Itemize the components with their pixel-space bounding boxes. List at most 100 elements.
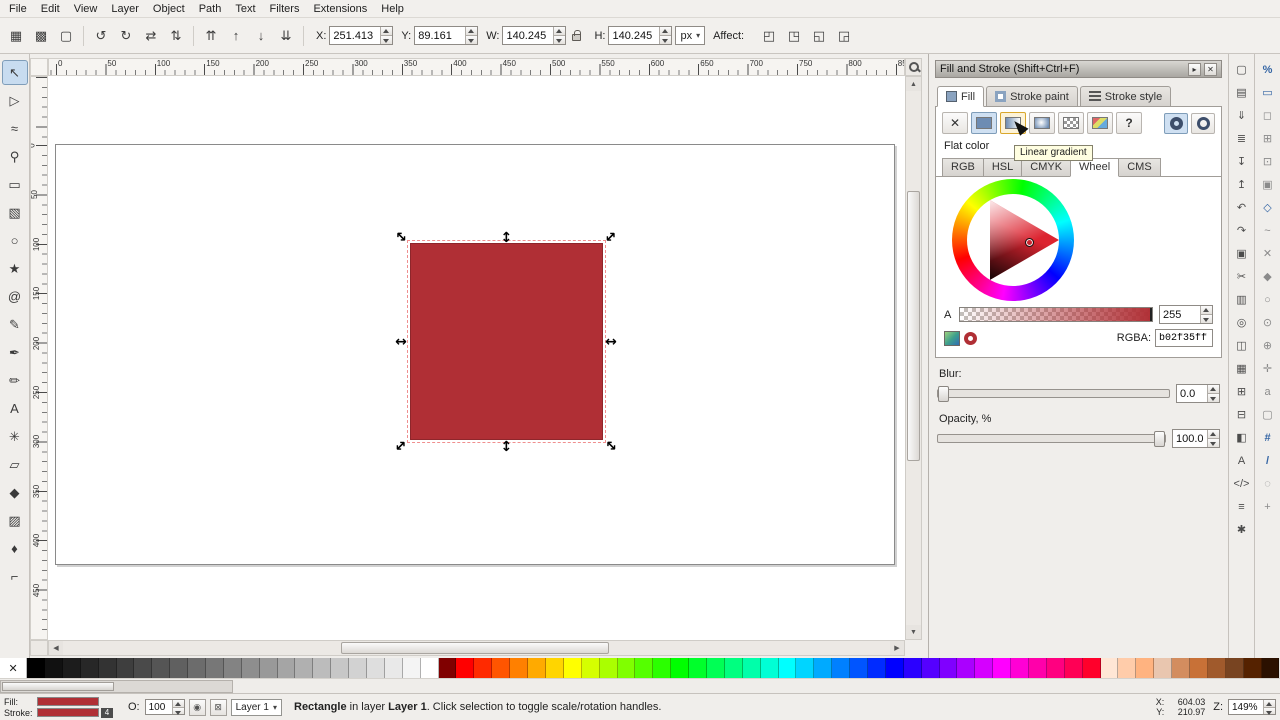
palette-none-swatch[interactable]: ✕ — [0, 658, 28, 678]
palette-swatch[interactable] — [1243, 658, 1262, 678]
palette-swatch[interactable] — [384, 658, 403, 678]
palette-swatch[interactable] — [1064, 658, 1083, 678]
palette-swatch[interactable] — [814, 658, 833, 678]
palette-swatch[interactable] — [98, 658, 117, 678]
raise-to-top-button[interactable]: ⇈ — [199, 24, 223, 48]
tab-fill[interactable]: Fill — [937, 86, 985, 107]
palette-swatch[interactable] — [456, 658, 475, 678]
spin-up-icon[interactable] — [1208, 385, 1219, 393]
snap-object-centers-button[interactable]: ⊕ — [1257, 335, 1279, 356]
palette-swatch[interactable] — [760, 658, 779, 678]
palette-swatch[interactable] — [45, 658, 63, 678]
spin-up-icon[interactable] — [660, 27, 672, 35]
snap-line-midpoints-button[interactable]: ⊙ — [1257, 312, 1279, 333]
zoom-tool[interactable]: ⚲ — [2, 144, 28, 169]
dialog-titlebar[interactable]: Fill and Stroke (Shift+Ctrl+F) ▸ ✕ — [935, 60, 1222, 78]
snap-page-border-button[interactable]: ▢ — [1257, 404, 1279, 425]
new-document-button[interactable]: ▢ — [1231, 59, 1253, 80]
alpha-input[interactable] — [1160, 306, 1200, 323]
y-input[interactable] — [415, 27, 466, 44]
palette-swatch[interactable] — [939, 658, 958, 678]
snap-bbox-centers-button[interactable]: ▣ — [1257, 174, 1279, 195]
save-document-button[interactable]: ⇓ — [1231, 105, 1253, 126]
palette-swatch[interactable] — [80, 658, 99, 678]
paste-button[interactable]: ▥ — [1231, 289, 1253, 310]
fill-pattern-button[interactable] — [1058, 112, 1084, 134]
alpha-slider-handle[interactable] — [1150, 308, 1152, 321]
scroll-up-icon[interactable]: ▲ — [906, 77, 921, 91]
y-spinner[interactable] — [465, 27, 478, 44]
scroll-left-icon[interactable]: ◀ — [49, 641, 63, 655]
text-tool[interactable]: A — [2, 396, 28, 421]
palette-swatch[interactable] — [1082, 658, 1101, 678]
fill-flat-button[interactable] — [971, 112, 997, 134]
copy-button[interactable]: ▣ — [1231, 243, 1253, 264]
snap-bbox-button[interactable]: ▭ — [1257, 82, 1279, 103]
tab-stroke-paint[interactable]: Stroke paint — [986, 86, 1078, 107]
opacity-slider[interactable] — [937, 431, 1166, 447]
palette-swatch[interactable] — [349, 658, 368, 678]
palette-swatch[interactable] — [1225, 658, 1244, 678]
h-input[interactable] — [609, 27, 660, 44]
palette-swatch[interactable] — [510, 658, 529, 678]
zoom-page-button[interactable]: ◫ — [1231, 335, 1253, 356]
lower-button[interactable]: ↓ — [249, 24, 273, 48]
canvas-viewport[interactable]: ↔ ↔ ↔ ↔ ↔ ↔ ↔ ↔ — [48, 76, 905, 640]
palette-swatch[interactable] — [295, 658, 314, 678]
affect-rounded-corners-button[interactable]: ◳ — [782, 24, 806, 48]
tab-stroke-style[interactable]: Stroke style — [1079, 86, 1172, 107]
palette-swatch[interactable] — [62, 658, 81, 678]
lower-to-bottom-button[interactable]: ⇊ — [274, 24, 298, 48]
palette-swatch[interactable] — [420, 658, 439, 678]
snap-edge-midpoints-button[interactable]: ⊡ — [1257, 151, 1279, 172]
color-tab-rgb[interactable]: RGB — [942, 158, 984, 177]
duplicate-button[interactable]: ▦ — [1231, 358, 1253, 379]
palette-swatch[interactable] — [1154, 658, 1173, 678]
spin-down-icon[interactable] — [1208, 393, 1219, 402]
spin-down-icon[interactable] — [660, 35, 672, 44]
palette-swatch[interactable] — [170, 658, 189, 678]
vertical-scrollbar[interactable]: ▲ ▼ — [905, 76, 922, 640]
select-all-button[interactable]: ▦ — [4, 24, 28, 48]
palette-swatch[interactable] — [492, 658, 511, 678]
palette-swatch[interactable] — [259, 658, 278, 678]
menu-item-path[interactable]: Path — [192, 1, 229, 17]
cut-button[interactable]: ✂ — [1231, 266, 1253, 287]
connector-tool[interactable]: ⌐ — [2, 564, 28, 589]
alpha-slider[interactable] — [959, 307, 1153, 322]
print-document-button[interactable]: ≣ — [1231, 128, 1253, 149]
palette-swatch[interactable] — [152, 658, 171, 678]
palette-swatch[interactable] — [188, 658, 207, 678]
fill-swatch-button[interactable] — [1087, 112, 1113, 134]
spin-down-icon[interactable] — [172, 706, 184, 714]
palette-swatch[interactable] — [367, 658, 385, 678]
blur-slider[interactable] — [937, 386, 1170, 402]
palette-swatch[interactable] — [528, 658, 546, 678]
fill-stroke-dialog-button[interactable]: ◧ — [1231, 427, 1253, 448]
deselect-button[interactable]: ▢ — [54, 24, 78, 48]
menu-item-object[interactable]: Object — [146, 1, 192, 17]
palette-swatch[interactable] — [653, 658, 672, 678]
menu-item-layer[interactable]: Layer — [104, 1, 146, 17]
palette-swatch[interactable] — [921, 658, 940, 678]
redo-button[interactable]: ↷ — [1231, 220, 1253, 241]
horizontal-scroll-thumb[interactable] — [341, 642, 609, 654]
palette-swatch[interactable] — [581, 658, 600, 678]
alpha-spinner[interactable] — [1200, 306, 1212, 323]
spin-down-icon[interactable] — [466, 35, 478, 44]
palette-swatch[interactable] — [993, 658, 1012, 678]
spin-up-icon[interactable] — [1208, 430, 1219, 438]
snap-rotation-centers-button[interactable]: ✛ — [1257, 358, 1279, 379]
palette-swatch[interactable] — [689, 658, 707, 678]
palette-swatch[interactable] — [474, 658, 493, 678]
menu-item-help[interactable]: Help — [374, 1, 411, 17]
palette-swatch[interactable] — [957, 658, 976, 678]
affect-gradients-button[interactable]: ◱ — [807, 24, 831, 48]
flip-vertical-button[interactable]: ⇅ — [164, 24, 188, 48]
palette-scroll-thumb[interactable] — [2, 682, 114, 691]
object-opacity-spinner[interactable] — [171, 700, 184, 714]
palette-swatch[interactable] — [545, 658, 564, 678]
spiral-tool[interactable]: @ — [2, 284, 28, 309]
swatch-ring-icon[interactable] — [964, 331, 977, 345]
scroll-down-icon[interactable]: ▼ — [906, 625, 921, 639]
